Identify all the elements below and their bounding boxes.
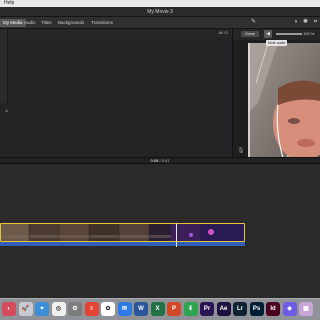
- dock-app-safari-icon[interactable]: ⌖: [35, 302, 49, 316]
- dock-app-green-app-icon[interactable]: ⬇: [183, 302, 198, 316]
- dock-app-purple-app-icon[interactable]: ◆: [282, 302, 297, 316]
- browser-tab-bar: My Media Audio Titles Backgrounds Transi…: [0, 17, 320, 29]
- volume-slider[interactable]: [276, 33, 302, 35]
- video-clip[interactable]: [0, 223, 245, 242]
- crop-icon[interactable]: ⌗: [312, 19, 319, 26]
- menu-bar: Help: [0, 0, 320, 7]
- browser-filter-bar: All Cl: [8, 29, 232, 38]
- clip-thumbnails: [1, 224, 244, 241]
- dock-app-photoshop-icon[interactable]: Ps: [249, 302, 264, 316]
- speaker-icon[interactable]: ◀: [264, 30, 272, 38]
- tab-audio[interactable]: Audio: [21, 19, 39, 27]
- mute-audio-tooltip: Mute audio: [266, 40, 288, 46]
- dock-app-photos-icon[interactable]: ✿: [101, 302, 115, 316]
- tab-transitions[interactable]: Transitions: [88, 19, 116, 27]
- window-title: My Movie 3: [147, 9, 173, 15]
- done-button[interactable]: Done: [241, 31, 259, 37]
- dock-app-premiere-pro-icon[interactable]: Pr: [200, 302, 214, 316]
- dock-app-system-preferences-icon[interactable]: ⚙: [68, 302, 82, 316]
- dock-app-powerpoint-icon[interactable]: P: [167, 302, 181, 316]
- timeline[interactable]: [0, 164, 320, 298]
- color-palette-icon[interactable]: ✺: [302, 19, 309, 26]
- video-preview[interactable]: [248, 43, 320, 175]
- dock-app-lightroom-icon[interactable]: Lr: [233, 302, 247, 316]
- menu-help[interactable]: Help: [4, 0, 14, 7]
- tab-backgrounds[interactable]: Backgrounds: [55, 19, 87, 27]
- timecode-bar: 0:08 / 0:47: [0, 157, 320, 164]
- playhead[interactable]: [176, 223, 177, 247]
- color-balance-icon[interactable]: ◑: [292, 19, 299, 26]
- viewer-pane: Done ◀ 100 % Mute audio 🎙: [232, 29, 320, 175]
- dock-app-chrome-icon[interactable]: ◎: [51, 302, 66, 316]
- dock-app-todoist-icon[interactable]: ≡: [84, 302, 99, 316]
- dock-app-finder-icon[interactable]: ◐: [2, 302, 16, 316]
- browser-scroll-handle[interactable]: ◆: [5, 108, 8, 113]
- video-frame-image: [248, 43, 320, 175]
- dock-app-indesign-icon[interactable]: Id: [266, 302, 280, 316]
- dock-app-after-effects-icon[interactable]: Ae: [216, 302, 231, 316]
- microphone-icon[interactable]: 🎙: [237, 147, 245, 154]
- dock-app-messages-icon[interactable]: ✉: [117, 302, 132, 316]
- timecode-total: 0:47: [161, 158, 170, 163]
- clip-filter-select[interactable]: All Cl: [154, 30, 228, 36]
- dock-app-preview-icon[interactable]: ▦: [299, 302, 313, 316]
- magic-wand-icon[interactable]: ✎: [250, 19, 257, 26]
- dock-app-word-icon[interactable]: W: [134, 302, 148, 316]
- media-browser: [0, 29, 232, 157]
- dock: ◐ 🚀 ⌖ ◎ ⚙ ≡ ✿ ✉ W X P ⬇ Pr Ae Lr Ps Id ◆ ▦: [0, 298, 320, 320]
- timecode-current: 0:08: [150, 158, 159, 163]
- dock-app-excel-icon[interactable]: X: [150, 302, 165, 316]
- library-sidebar[interactable]: [0, 29, 8, 103]
- clip-audio-waveform[interactable]: [0, 242, 245, 246]
- dock-app-launchpad-icon[interactable]: 🚀: [18, 302, 33, 316]
- tab-titles[interactable]: Titles: [38, 19, 55, 27]
- title-bar: My Movie 3: [0, 7, 320, 17]
- viewer-toolbar: Done ◀ 100 %: [233, 29, 320, 40]
- volume-value: 100 %: [303, 31, 315, 36]
